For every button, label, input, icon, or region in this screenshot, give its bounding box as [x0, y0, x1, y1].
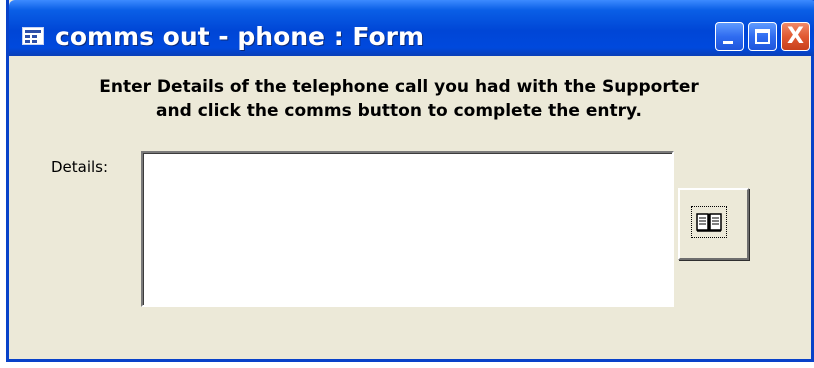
window-title: comms out - phone : Form [55, 22, 425, 51]
book-icon [696, 213, 722, 232]
close-icon: X [787, 24, 804, 49]
maximize-button[interactable] [748, 22, 777, 51]
form-icon[interactable] [22, 27, 44, 45]
comms-button[interactable] [678, 188, 749, 260]
focus-rectangle [691, 206, 727, 238]
minimize-icon [723, 41, 733, 44]
instructions-line-2: and click the comms button to complete t… [156, 101, 642, 121]
details-label: Details: [51, 158, 109, 176]
instructions-line-1: Enter Details of the telephone call you … [99, 77, 699, 97]
minimize-button[interactable] [715, 22, 744, 51]
title-bar[interactable]: comms out - phone : Form X [9, 0, 814, 56]
form-window: comms out - phone : Form X Enter Details… [6, 0, 814, 362]
maximize-icon [755, 29, 770, 44]
details-field[interactable] [141, 151, 674, 307]
close-button[interactable]: X [781, 22, 810, 51]
instructions-text: Enter Details of the telephone call you … [49, 75, 749, 123]
